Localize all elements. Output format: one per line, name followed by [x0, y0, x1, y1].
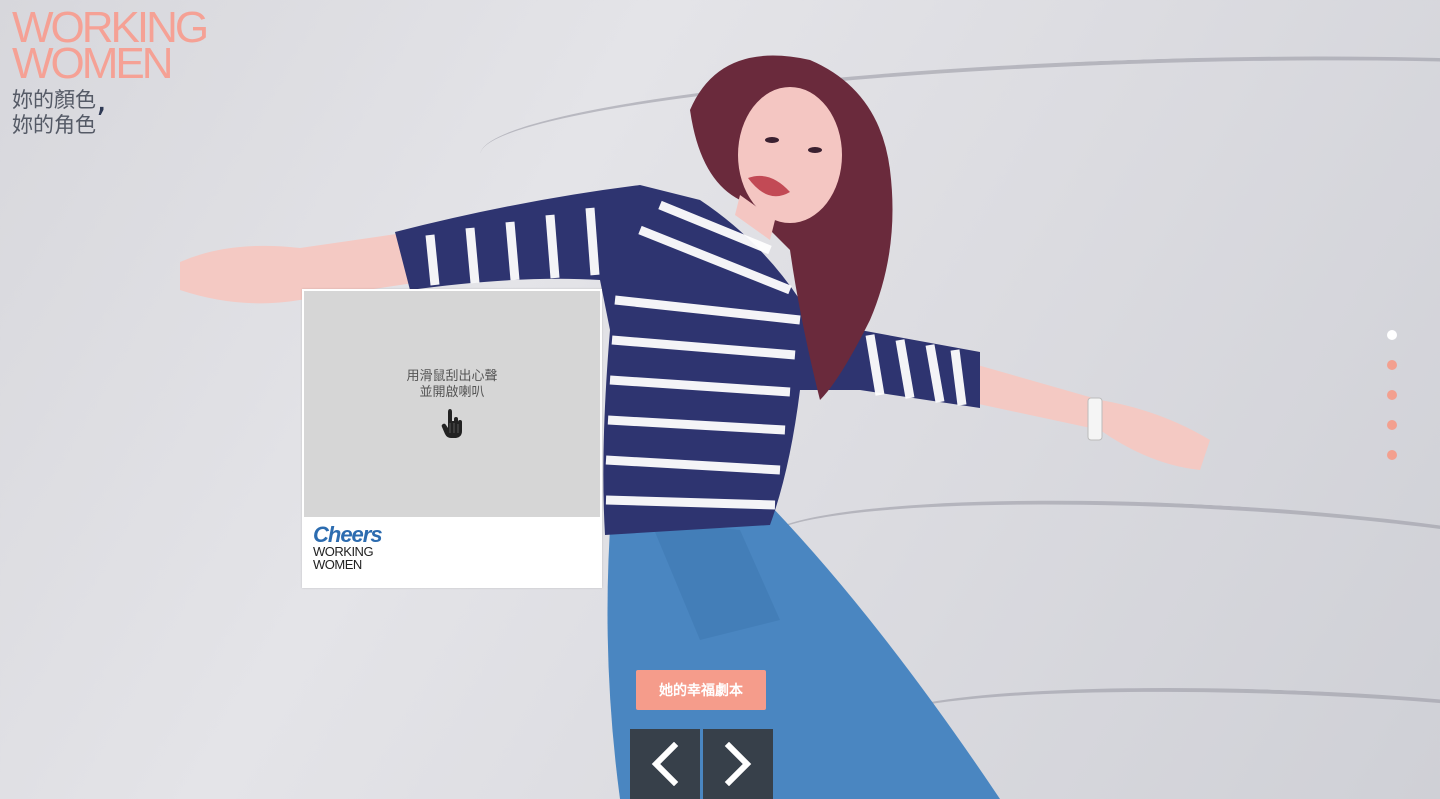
tagline-comma: , [96, 80, 107, 120]
her-happiness-story-button[interactable]: 她的幸福劇本 [636, 670, 766, 710]
pagination-dot-3[interactable] [1387, 390, 1397, 400]
chevron-right-icon [724, 742, 752, 786]
brand-cheers: Cheers [313, 522, 383, 547]
scratch-area[interactable]: 用滑鼠刮出心聲 並開啟喇叭 [304, 291, 600, 517]
pagination-dot-2[interactable] [1387, 360, 1397, 370]
tagline-line-2: 妳的角色 [12, 113, 96, 137]
scratch-instruction-line-1: 用滑鼠刮出心聲 [406, 369, 498, 384]
brand-women: WOMEN [313, 557, 362, 572]
next-button[interactable] [703, 729, 773, 799]
scratch-instruction-line-2: 並開啟喇叭 [419, 385, 485, 400]
brand-logo[interactable]: WORKING WOMEN [12, 6, 209, 86]
pagination-dot-4[interactable] [1387, 420, 1397, 430]
pagination-dot-1[interactable] [1387, 330, 1397, 340]
chevron-left-icon [651, 742, 679, 786]
pointer-hand-icon [441, 409, 462, 438]
scratch-card: 用滑鼠刮出心聲 並開啟喇叭 Cheers WORKING WOMEN [302, 289, 602, 588]
pagination-dots [1387, 330, 1397, 480]
cheers-working-women-logo: Cheers WORKING WOMEN [313, 522, 383, 572]
story-button-label: 她的幸福劇本 [659, 683, 743, 699]
pagination-dot-5[interactable] [1387, 450, 1397, 460]
prev-button[interactable] [630, 729, 700, 799]
tagline: 妳的顏色 妳的角色 , [12, 83, 107, 138]
tagline-line-1: 妳的顏色 [12, 88, 96, 112]
